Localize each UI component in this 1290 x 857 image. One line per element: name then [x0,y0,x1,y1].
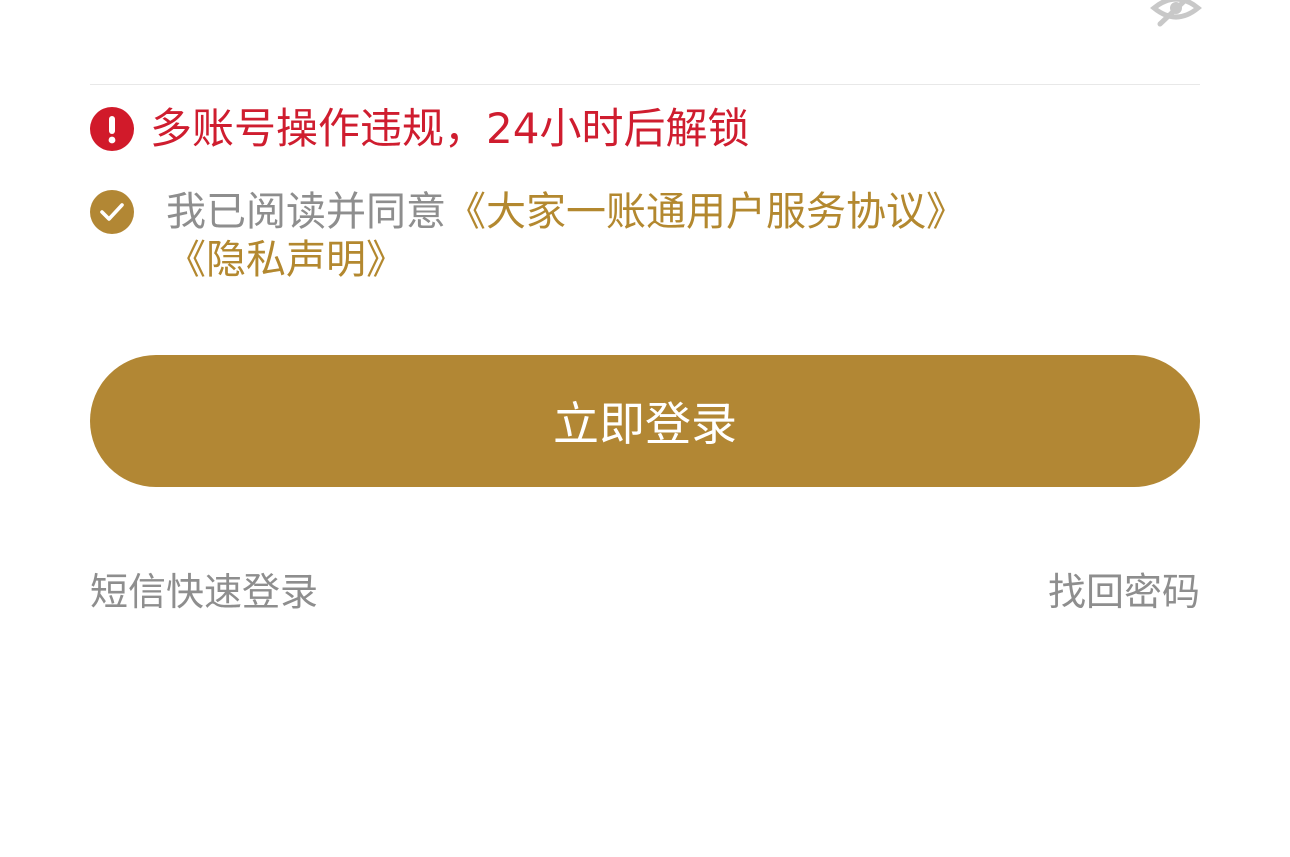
input-divider [90,84,1200,85]
error-message-row: 多账号操作违规，24小时后解锁 [90,104,749,154]
forgot-password-link[interactable]: 找回密码 [1048,568,1200,616]
agreement-checkbox-checked-icon[interactable] [90,190,134,234]
login-button[interactable]: 立即登录 [90,355,1200,487]
login-page: 多账号操作违规，24小时后解锁 我已阅读并同意《大家一账通用户服务协议》《隐私声… [0,0,1290,857]
error-message: 多账号操作违规，24小时后解锁 [150,104,750,153]
eye-hidden-icon [1150,0,1202,27]
password-visibility-toggle[interactable] [1150,0,1202,28]
sms-login-link[interactable]: 短信快速登录 [90,568,318,616]
error-icon [90,107,134,151]
privacy-statement-link[interactable]: 《隐私声明》 [166,237,406,283]
service-agreement-link[interactable]: 《大家一账通用户服务协议》 [446,189,966,235]
agreement-text: 我已阅读并同意《大家一账通用户服务协议》《隐私声明》 [166,188,1166,284]
agreement-prefix: 我已阅读并同意 [166,189,446,235]
